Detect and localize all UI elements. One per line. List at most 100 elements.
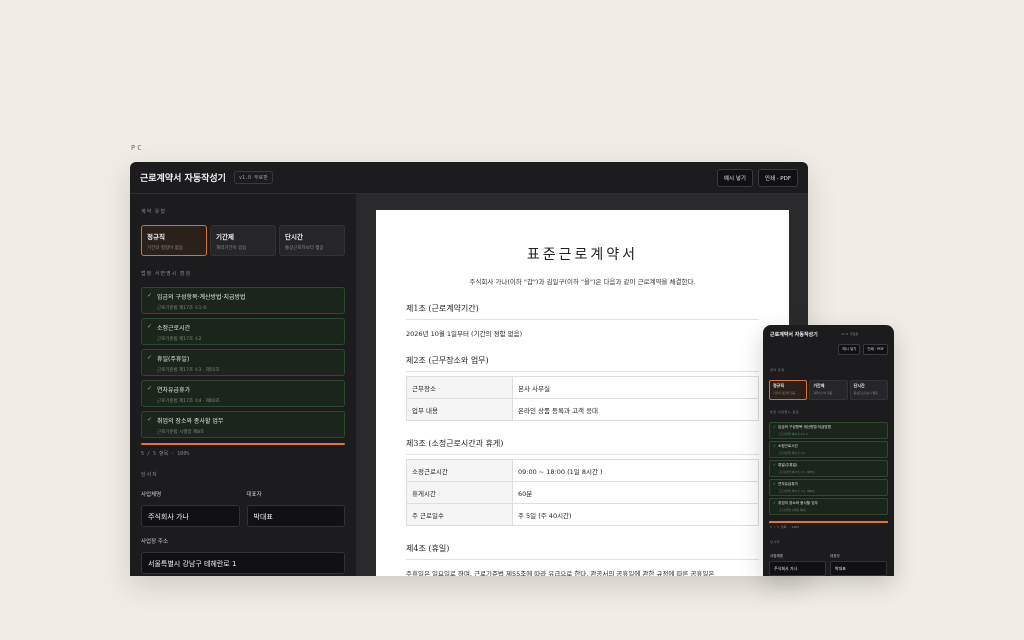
mobile-type-part-time[interactable]: 단시간통상근로자보다 짧음 xyxy=(849,380,888,400)
document-title: 표준근로계약서 xyxy=(526,247,639,263)
mobile-clause-checklist: ✓ 임금의 구성항목·계산방법·지급방법근로기준법 제17조 ①1·② ✓ 소정근로… xyxy=(769,422,888,515)
check-icon: ✓ xyxy=(147,385,153,392)
mobile-app-window: 근로계약서 자동작성기 v1.0 무료판 예시 넣기 인쇄 · PDF 계약 유… xyxy=(763,325,894,576)
table-key: 업무 내용 xyxy=(406,398,513,421)
check-icon: ✓ xyxy=(773,463,777,467)
mobile-progress-text: 5 / 5 항목 · 100% xyxy=(770,525,800,529)
check-icon: ✓ xyxy=(147,354,153,361)
mobile-type-regular[interactable]: 정규직 기간의 정함이 없음 xyxy=(769,380,808,400)
mobile-clause-item[interactable]: ✓ 임금의 구성항목·계산방법·지급방법근로기준법 제17조 ①1·② xyxy=(769,422,888,439)
clause-title-text: 취업의 장소와 종사할 업무 xyxy=(778,501,818,505)
clause-ref: 근로기준법 제17조 ①2 xyxy=(779,452,805,455)
mobile-print-button[interactable]: 인쇄 · PDF xyxy=(863,344,888,355)
app-header: 근로계약서 자동작성기 v1.0 무료판 예시 넣기 인쇄 · PDF xyxy=(130,162,808,194)
clause-title: ✓ 임금의 구성항목·계산방법·지급방법 xyxy=(773,425,884,430)
progress-fill xyxy=(141,443,345,445)
form-sidebar: 계약 유형 정규직 기간의 정함이 없음 기간제 계약기간이 있음 단시간 통상… xyxy=(130,194,357,576)
clause-item[interactable]: ✓ 휴일(주휴일) 근로기준법 제17조 ①3 · 제55조 xyxy=(141,349,345,376)
sample-fill-button[interactable]: 예시 넣기 xyxy=(716,169,753,187)
type-desc: 통상근로자보다 짧음 xyxy=(285,246,324,251)
table-row: 근무장소 본사 사무실 xyxy=(406,376,759,399)
type-name: 단시간 xyxy=(853,383,865,388)
table-value: 09:00 ~ 18:00 (1일 8시간 ) xyxy=(512,459,759,482)
check-icon: ✓ xyxy=(773,482,777,486)
clause-ref: 근로기준법 제17조 ①2 xyxy=(157,337,202,342)
mobile-clause-item[interactable]: ✓ 휴일(주휴일) 근로기준법 제17조 ①3 · 제55조 xyxy=(769,460,888,477)
clause-item[interactable]: ✓ 임금의 구성항목·계산방법·지급방법 근로기준법 제17조 ①1·② xyxy=(141,287,345,314)
mobile-clause-item[interactable]: ✓ 연차유급휴가 근로기준법 제17조 ①4 · 제60조 xyxy=(769,479,888,496)
table-key: 휴게시간 xyxy=(406,481,513,504)
type-card-regular[interactable]: 정규직 기간의 정함이 없음 xyxy=(141,225,207,256)
clause-ref: 근로기준법 시행령 제8조 xyxy=(157,430,205,435)
mobile-clause-item[interactable]: ✓ 소정근로시간근로기준법 제17조 ①2 xyxy=(769,441,888,458)
hours-table: 소정근로시간 09:00 ~ 18:00 (1일 8시간 ) 휴게시간 60분 주 … xyxy=(406,459,759,526)
clause-ref: 근로기준법 제17조 ①3 · 제55조 xyxy=(157,368,220,373)
article-title: 제1조 (근로계약기간) xyxy=(406,303,759,320)
clause-title: ✓ 소정근로시간 xyxy=(773,444,884,449)
clause-title: ✓ 휴일(주휴일) xyxy=(773,463,884,468)
table-row: 휴게시간 60분 xyxy=(406,481,759,504)
mobile-ceo-label: 대표자 xyxy=(830,554,840,558)
clause-title: ✓ 취업의 장소와 종사할 업무 xyxy=(773,501,884,506)
clause-ref: 근로기준법 제17조 ①1·② xyxy=(779,433,808,436)
table-row: 소정근로시간 09:00 ~ 18:00 (1일 8시간 ) xyxy=(406,459,759,482)
clause-item[interactable]: ✓ 연차유급휴가 근로기준법 제17조 ①4 · 제60조 xyxy=(141,380,345,407)
mobile-clauses-label: 법정 서면명시 점검 xyxy=(770,410,799,414)
document-intro: 주식회사 가나(이하 "갑")과 김일구(이하 "을")은 다음과 같이 근로계… xyxy=(469,278,696,286)
mobile-ceo-input[interactable]: 박대표 xyxy=(830,561,887,576)
table-value: 본사 사무실 xyxy=(512,376,759,399)
article-title: 제3조 (소정근로시간과 휴게) xyxy=(406,438,759,455)
clause-checklist: ✓ 임금의 구성항목·계산방법·지급방법 근로기준법 제17조 ①1·② ✓ 소정근로… xyxy=(141,287,345,438)
mobile-progress-bar xyxy=(769,521,888,523)
article-text: 2026년 10월 1일부터 (기간의 정함 없음) xyxy=(406,330,523,338)
table-key: 소정근로시간 xyxy=(406,459,513,482)
type-desc: 계약기간이 있음 xyxy=(216,246,247,251)
check-icon: ✓ xyxy=(773,501,777,505)
version-badge: v1.0 무료판 xyxy=(233,171,273,184)
checklist-progress-bar xyxy=(141,443,345,445)
document-preview-area[interactable]: 표준근로계약서 주식회사 가나(이하 "갑")과 김일구(이하 "을")은 다음… xyxy=(357,194,808,576)
type-desc: 계약기간이 있음 xyxy=(813,391,833,395)
clause-title-text: 연차유급휴가 xyxy=(778,482,798,486)
party-label: 당사자 xyxy=(141,472,158,478)
ceo-input[interactable]: 박대표 xyxy=(246,505,345,527)
clause-item[interactable]: ✓ 취업의 장소와 종사할 업무근로기준법 시행령 제8조 xyxy=(141,411,345,438)
print-pdf-button[interactable]: 인쇄 · PDF xyxy=(757,169,798,187)
clause-item[interactable]: ✓ 소정근로시간근로기준법 제17조 ①2 xyxy=(141,318,345,345)
mobile-sample-button[interactable]: 예시 넣기 xyxy=(838,344,861,355)
address-input[interactable]: 서울특별시 강남구 테헤란로 1 xyxy=(141,552,345,574)
mobile-clause-item[interactable]: ✓ 취업의 장소와 종사할 업무근로기준법 시행령 제8조 xyxy=(769,498,888,515)
type-desc: 통상근로자보다 짧음 xyxy=(853,391,878,395)
clause-ref: 근로기준법 시행령 제8조 xyxy=(779,509,807,512)
company-name-input[interactable]: 주식회사 가나 xyxy=(141,505,240,527)
mobile-type-fixed-term[interactable]: 기간제계약기간이 있음 xyxy=(809,380,848,400)
mobile-company-input[interactable]: 주식회사 가나 xyxy=(769,561,826,576)
check-icon: ✓ xyxy=(773,444,777,448)
mobile-type-label: 계약 유형 xyxy=(770,368,785,372)
clause-title: ✓ 연차유급휴가 xyxy=(773,482,884,487)
type-card-part-time[interactable]: 단시간 통상근로자보다 짧음 xyxy=(279,225,345,256)
clause-title-text: 휴일(주휴일) xyxy=(778,463,798,467)
clause-title: 휴일(주휴일) xyxy=(157,356,190,363)
contract-type-label: 계약 유형 xyxy=(141,209,166,215)
mobile-party-label: 당사자 xyxy=(770,540,780,544)
clause-ref: 근로기준법 제17조 ①3 · 제55조 xyxy=(779,471,816,474)
clause-title: 취업의 장소와 종사할 업무 xyxy=(157,418,224,425)
table-row: 주 근로일수 주 5일 (주 40시간) xyxy=(406,503,759,526)
progress-fill xyxy=(769,521,888,523)
type-name: 기간제 xyxy=(813,383,825,388)
check-icon: ✓ xyxy=(147,416,153,423)
mobile-version-badge: v1.0 무료판 xyxy=(841,332,859,336)
clause-title: 소정근로시간 xyxy=(157,325,191,332)
device-label-pc: PC xyxy=(131,144,144,152)
table-value: 60분 xyxy=(512,481,759,504)
workplace-table: 근무장소 본사 사무실 업무 내용 온라인 상품 등록과 고객 응대 xyxy=(406,376,759,421)
address-label: 사업장 주소 xyxy=(141,539,169,545)
type-name: 정규직 xyxy=(147,233,165,241)
check-icon: ✓ xyxy=(147,323,153,330)
contract-document: 표준근로계약서 주식회사 가나(이하 "갑")과 김일구(이하 "을")은 다음… xyxy=(376,210,789,576)
ceo-label: 대표자 xyxy=(246,492,262,498)
pc-app-window: 근로계약서 자동작성기 v1.0 무료판 예시 넣기 인쇄 · PDF 계약 유… xyxy=(130,162,808,576)
article-text: 주휴일은 일요일로 하며, 근로기준법 제55조에 따라 유급으로 한다. 관공… xyxy=(406,570,715,576)
type-card-fixed-term[interactable]: 기간제 계약기간이 있음 xyxy=(210,225,276,256)
